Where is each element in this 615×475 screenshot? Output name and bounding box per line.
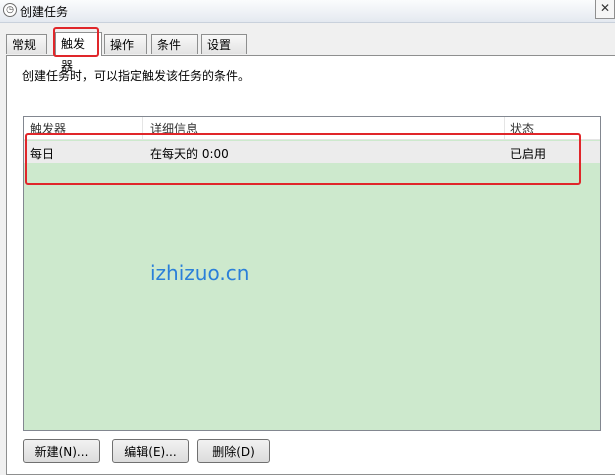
delete-button[interactable]: 删除(D) (197, 439, 270, 463)
clock-icon: ◷ (3, 3, 17, 17)
title-bar: ◷ 创建任务 ✕ (0, 0, 615, 23)
new-button[interactable]: 新建(N)... (23, 439, 100, 463)
tab-conditions[interactable]: 条件 (151, 34, 198, 54)
tab-settings[interactable]: 设置 (201, 34, 247, 54)
tab-general[interactable]: 常规 (6, 34, 47, 54)
close-button[interactable]: ✕ (595, 0, 615, 19)
edit-button[interactable]: 编辑(E)... (112, 439, 189, 463)
row-highlight-box (25, 133, 581, 185)
panel-description: 创建任务时，可以指定触发该任务的条件。 (22, 69, 251, 83)
window-title: 创建任务 (20, 5, 69, 19)
tab-highlight-box (53, 27, 99, 57)
watermark: izhizuo.cn (150, 261, 250, 285)
tab-actions[interactable]: 操作 (104, 34, 147, 54)
